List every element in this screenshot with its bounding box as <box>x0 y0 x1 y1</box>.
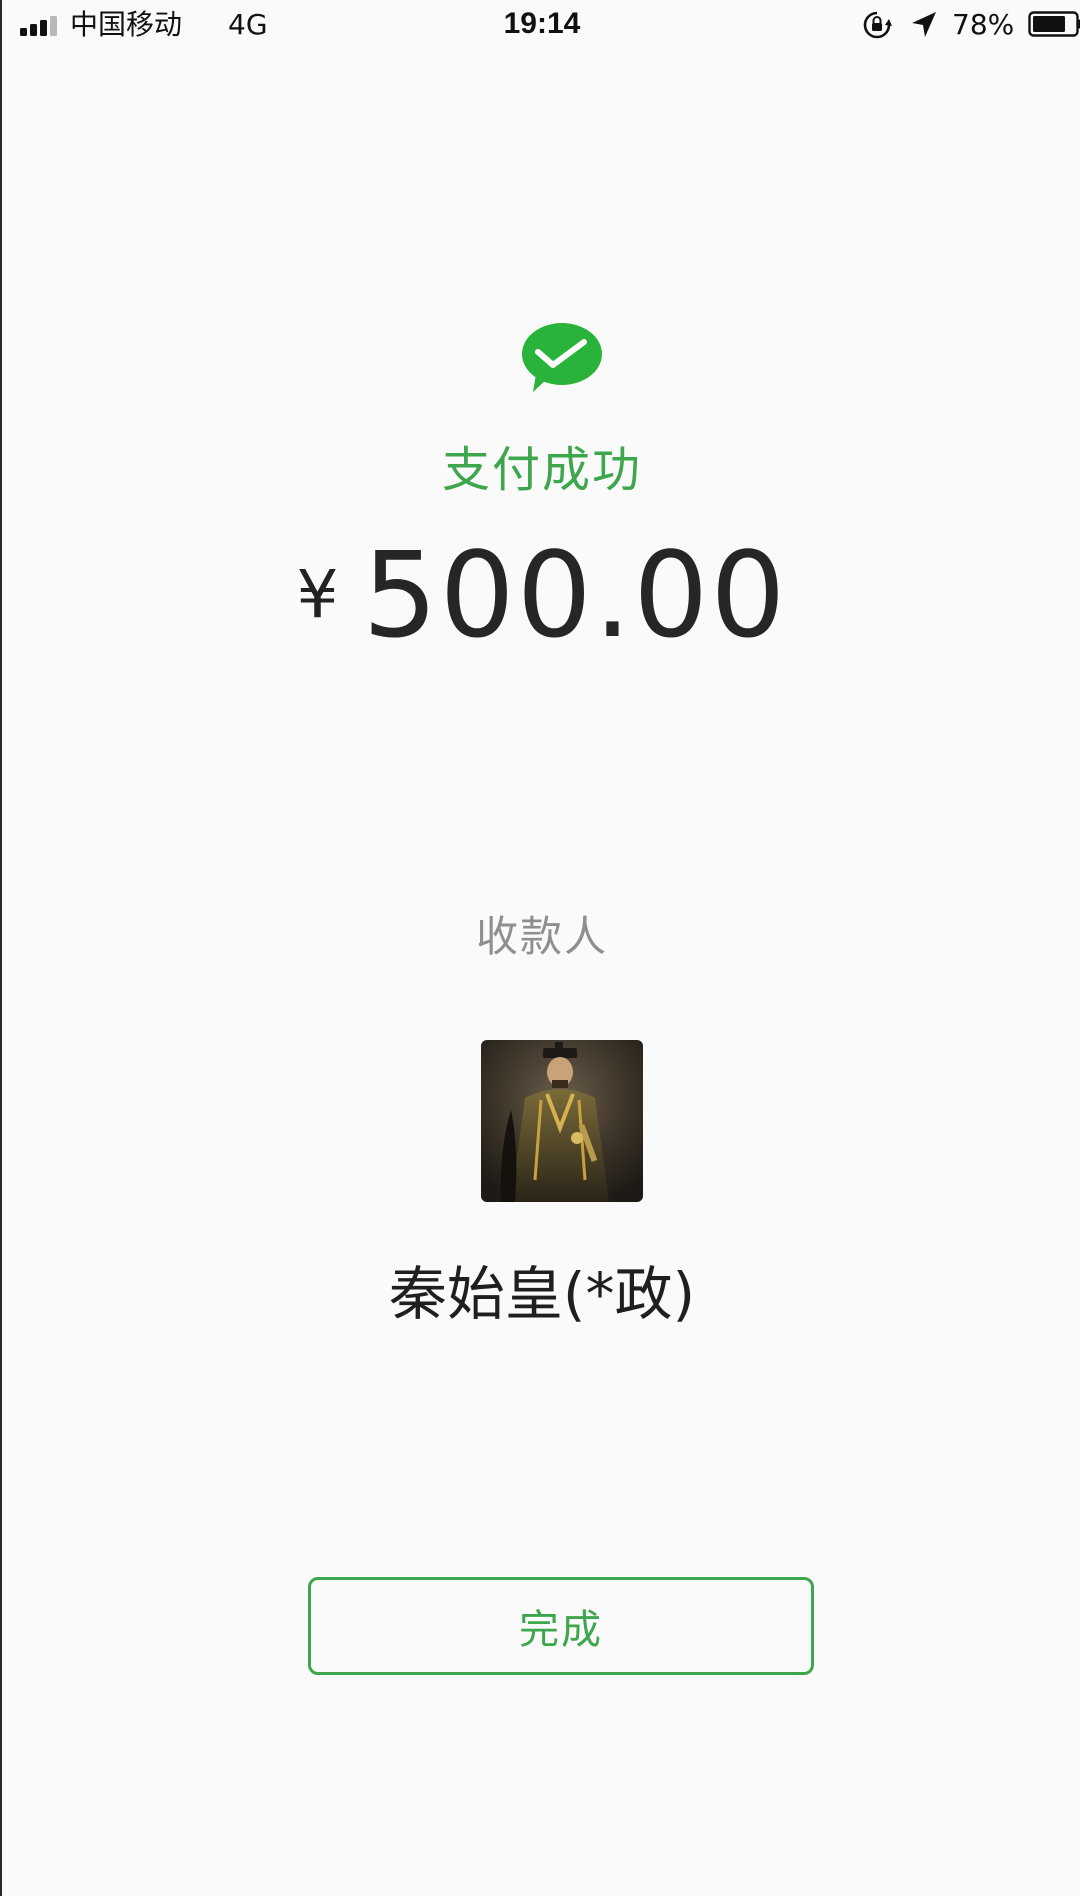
amount-value: 500.00 <box>362 526 788 664</box>
payee-label: 收款人 <box>475 912 608 961</box>
rotation-lock-icon <box>863 11 892 39</box>
location-icon <box>912 12 936 37</box>
signal-icon <box>20 14 62 36</box>
payee-name: 秦始皇(*政) <box>388 1260 696 1328</box>
payment-status-title: 支付成功 <box>441 442 642 498</box>
wechat-pay-success-icon <box>522 323 602 392</box>
status-bar: 中国移动 4G 19:14 78% <box>2 0 1080 52</box>
currency-symbol: ¥ <box>296 556 339 633</box>
carrier-name: 中国移动 <box>70 8 183 41</box>
network-type: 4G <box>228 8 268 41</box>
battery-icon <box>1028 11 1080 37</box>
payment-amount: ¥500.00 <box>2 526 1080 664</box>
battery-percent: 78% <box>952 8 1015 41</box>
done-button[interactable]: 完成 <box>308 1577 814 1675</box>
payment-success-screen: 中国移动 4G 19:14 78% 支付成功 ¥500.00 收款人 秦始皇(*… <box>0 0 1080 1896</box>
payee-avatar <box>481 1040 643 1202</box>
